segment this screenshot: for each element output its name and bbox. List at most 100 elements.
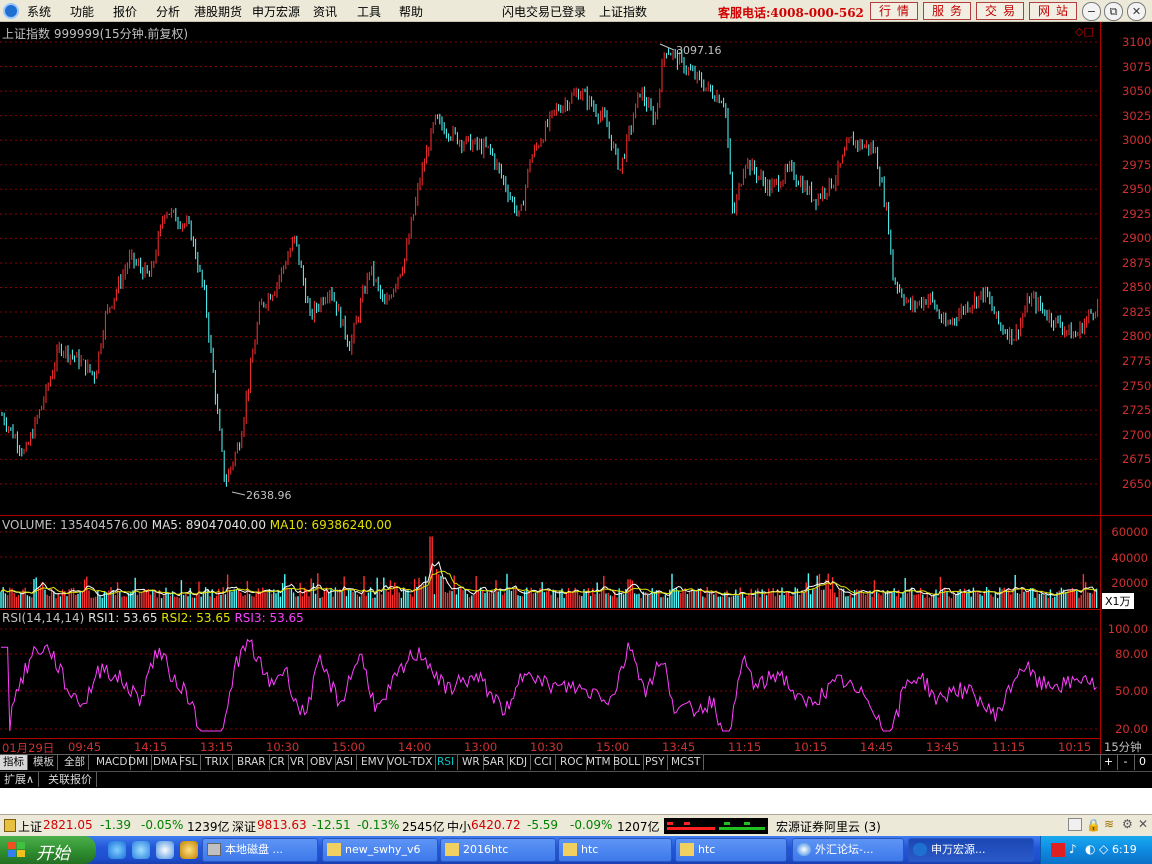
settings-icon[interactable]: ⚙ xyxy=(1122,817,1133,831)
start-button[interactable]: 开始 xyxy=(0,836,96,864)
zx-index-change: -5.59 xyxy=(527,818,559,832)
folder-icon xyxy=(445,843,459,856)
zx-index-amount: 1207亿 xyxy=(617,820,660,834)
y-tick-2850: 2850 xyxy=(1122,280,1152,294)
y-tick-2975: 2975 xyxy=(1122,158,1152,172)
sh-index-pct: -0.05% xyxy=(141,818,184,832)
sh-index-amount: 1239亿 xyxy=(187,820,230,834)
tab-trix[interactable]: TRIX xyxy=(202,755,233,770)
sh-index-change: -1.39 xyxy=(100,818,132,832)
ie-alt-icon[interactable] xyxy=(132,841,150,859)
tab-brar[interactable]: BRAR xyxy=(234,755,270,770)
y-tick-2700: 2700 xyxy=(1122,428,1152,442)
task-label: 外汇论坛-... xyxy=(815,843,874,856)
task-folder-htc-2[interactable]: htc xyxy=(675,838,787,862)
task-local-disk[interactable]: 本地磁盘 ... xyxy=(202,838,318,862)
y-tick-2950: 2950 xyxy=(1122,182,1152,196)
folder-icon xyxy=(563,843,577,856)
security-icon[interactable] xyxy=(1051,843,1065,857)
tab-boll[interactable]: BOLL xyxy=(610,755,644,770)
browser-icon[interactable] xyxy=(156,841,174,859)
volume-icon[interactable]: ◐ xyxy=(1085,842,1095,856)
task-label: 2016htc xyxy=(463,843,509,856)
period-high-label: 3097.16 xyxy=(676,44,722,57)
tab-rsi[interactable]: RSI xyxy=(434,755,459,770)
sz-index-value: 9813.63 xyxy=(257,818,307,832)
y-tick-3075: 3075 xyxy=(1122,60,1152,74)
volume-legend: VOLUME: 135404576.00 MA5: 89047040.00 MA… xyxy=(2,518,392,532)
tab-template[interactable]: 模板 xyxy=(30,755,58,770)
sh-index-value: 2821.05 xyxy=(43,818,93,832)
y-tick-2825: 2825 xyxy=(1122,305,1152,319)
network-icon[interactable]: ♪ xyxy=(1069,842,1077,856)
task-label: htc xyxy=(698,843,716,856)
zoom-out-button[interactable]: - xyxy=(1117,755,1133,770)
x-tick: 10:30 xyxy=(266,740,300,754)
extension-panel xyxy=(0,788,1152,814)
tab-vr[interactable]: VR xyxy=(287,755,309,770)
tab-vol-tdx[interactable]: VOL-TDX xyxy=(384,755,437,770)
chart-canvas[interactable] xyxy=(0,0,1100,736)
tab-cr[interactable]: CR xyxy=(267,755,289,770)
rsi-legend: RSI(14,14,14) RSI1: 53.65 RSI2: 53.65 RS… xyxy=(2,611,304,625)
zoom-in-button[interactable]: + xyxy=(1100,755,1116,770)
tab-related-quotes[interactable]: 关联报价 xyxy=(44,772,97,787)
period-selector[interactable]: 15分钟 xyxy=(1104,739,1142,755)
tab-sar[interactable]: SAR xyxy=(480,755,509,770)
sub-tab-bar xyxy=(0,771,1152,788)
task-folder-2016htc[interactable]: 2016htc xyxy=(440,838,556,862)
rsi-params: RSI(14,14,14) xyxy=(2,611,85,625)
tab-all[interactable]: 全部 xyxy=(61,755,89,770)
tab-indicator[interactable]: 指标 xyxy=(0,755,28,770)
close-panel-icon[interactable]: ✕ xyxy=(1138,817,1148,831)
y-tick-3025: 3025 xyxy=(1122,109,1152,123)
rsi-tick-80: 80.00 xyxy=(1115,647,1148,661)
media-icon[interactable] xyxy=(180,841,198,859)
rsi3-value: RSI3: 53.65 xyxy=(234,611,304,625)
ie-icon[interactable] xyxy=(108,841,126,859)
x-tick: 15:00 xyxy=(596,740,630,754)
tab-kdj[interactable]: KDJ xyxy=(506,755,532,770)
task-swhy-app[interactable]: 申万宏源... xyxy=(908,838,1034,862)
tab-asi[interactable]: ASI xyxy=(333,755,357,770)
x-tick: 15:00 xyxy=(332,740,366,754)
drive-icon xyxy=(207,843,221,856)
reset-button[interactable]: 0 xyxy=(1134,755,1150,770)
sh-index-name: 上证 xyxy=(18,820,43,834)
market-breadth-meter-icon xyxy=(664,818,768,834)
tab-obv[interactable]: OBV xyxy=(307,755,337,770)
x-tick: 14:45 xyxy=(860,740,894,754)
tab-cci[interactable]: CCI xyxy=(531,755,556,770)
sz-index-amount: 2545亿 xyxy=(402,820,445,834)
shield-icon[interactable]: ◇ xyxy=(1099,842,1108,856)
tab-mcst[interactable]: MCST xyxy=(668,755,705,770)
task-folder-swhy[interactable]: new_swhy_v6 xyxy=(322,838,438,862)
server-name[interactable]: 宏源证券阿里云 (3) xyxy=(776,818,881,835)
lock-icon[interactable]: 🔒 xyxy=(1086,818,1101,832)
close-button[interactable]: ✕ xyxy=(1127,2,1146,21)
y-tick-2800: 2800 xyxy=(1122,329,1152,343)
task-forex-forum[interactable]: 外汇论坛-... xyxy=(792,838,904,862)
y-tick-2925: 2925 xyxy=(1122,207,1152,221)
task-folder-htc[interactable]: htc xyxy=(558,838,672,862)
tab-fsl[interactable]: FSL xyxy=(176,755,202,770)
x-tick: 10:30 xyxy=(530,740,564,754)
y-tick-3100: 3100 xyxy=(1122,35,1152,49)
vol-tick-60000: 60000 xyxy=(1111,525,1148,539)
x-tick: 11:15 xyxy=(992,740,1026,754)
y-tick-2775: 2775 xyxy=(1122,354,1152,368)
tab-dmi[interactable]: DMI xyxy=(125,755,153,770)
tab-psy[interactable]: PSY xyxy=(642,755,669,770)
sz-index-change: -12.51 xyxy=(312,818,351,832)
rsi-tick-20: 20.00 xyxy=(1115,722,1148,736)
rsi1-value: RSI1: 53.65 xyxy=(88,611,158,625)
signal-icon[interactable]: ≋ xyxy=(1104,817,1114,831)
rsi-tick-50: 50.00 xyxy=(1115,684,1148,698)
tab-expand[interactable]: 扩展∧ xyxy=(0,772,40,787)
x-tick: 13:45 xyxy=(926,740,960,754)
task-label: 本地磁盘 ... xyxy=(225,843,283,856)
y-tick-2900: 2900 xyxy=(1122,231,1152,245)
window-icon[interactable] xyxy=(1068,818,1082,831)
restore-button[interactable]: ⧉ xyxy=(1104,2,1123,21)
y-tick-2725: 2725 xyxy=(1122,403,1152,417)
